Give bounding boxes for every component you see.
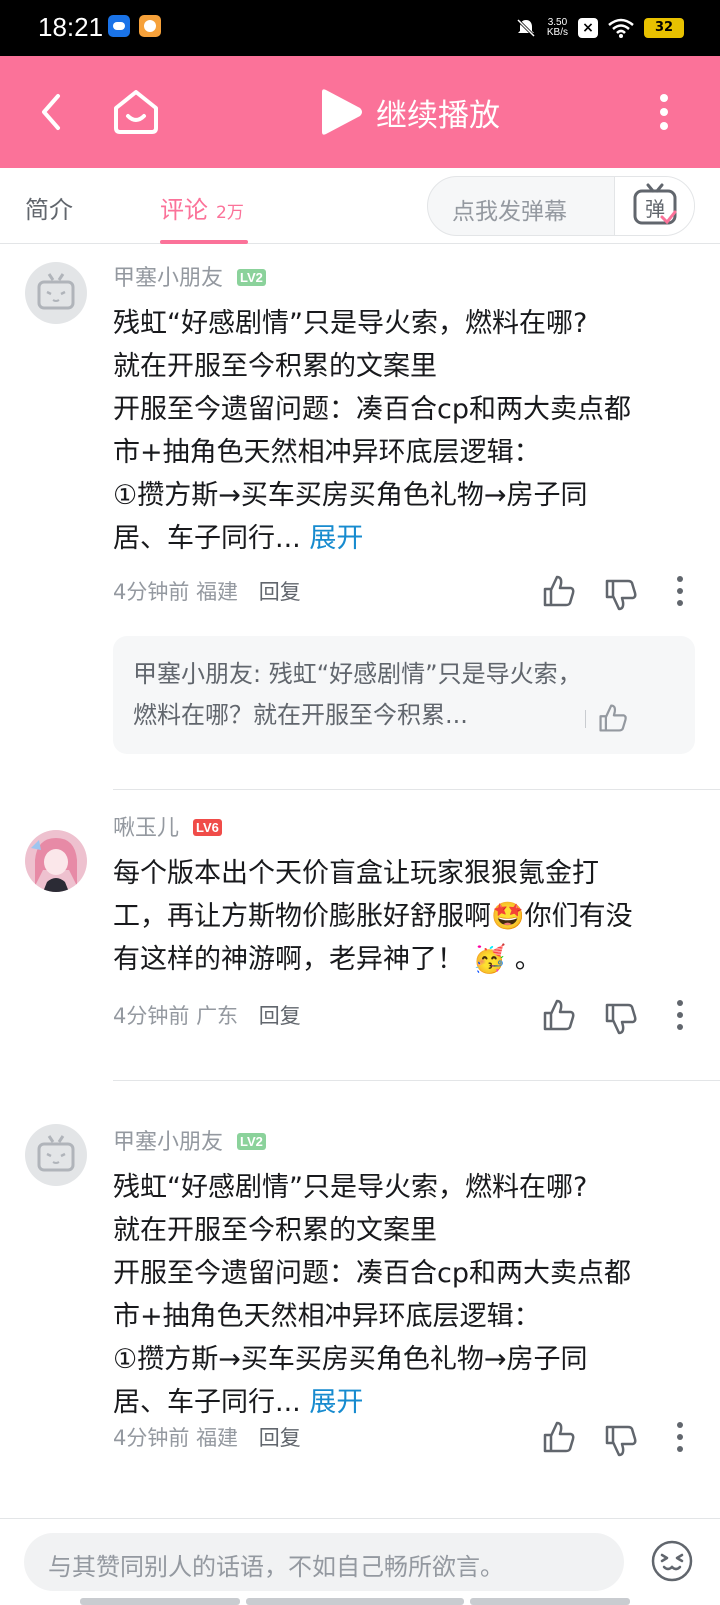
mute-icon: [516, 18, 535, 38]
system-nav-bar-segment: [80, 1598, 240, 1605]
comment-line-last: 居、车子同行... 展开: [113, 517, 703, 560]
default-avatar-icon: [37, 273, 75, 310]
like-icon[interactable]: [541, 997, 577, 1033]
emoji-icon[interactable]: [650, 1539, 694, 1583]
comment-line-last: 居、车子同行... 展开: [113, 1381, 703, 1424]
x-app-icon: ×: [578, 18, 598, 38]
comment-time: 4分钟前: [113, 1004, 190, 1028]
danmaku-icon: 弹: [633, 183, 677, 225]
sub-reply-like-icon[interactable]: [597, 702, 629, 734]
expand-link[interactable]: 展开: [309, 1387, 363, 1418]
comment-line: 残虹“好感剧情”只是导火索，燃料在哪?: [113, 1172, 588, 1203]
tab-comments-label: 评论: [160, 196, 208, 224]
active-tab-indicator: [160, 240, 248, 244]
comment-more-icon[interactable]: [670, 1419, 690, 1455]
comment-line: 居、车子同行...: [113, 523, 301, 554]
dislike-icon[interactable]: [603, 1001, 639, 1037]
reply-button[interactable]: 回复: [259, 1426, 301, 1450]
avatar[interactable]: [25, 262, 87, 324]
username-text: 啾玉儿: [113, 816, 180, 841]
status-time: 18:21: [38, 12, 104, 42]
sub-reply-separator: [585, 710, 586, 728]
comment-input-placeholder: 与其赞同别人的话语，不如自己畅所欲言。: [48, 1553, 504, 1581]
like-icon[interactable]: [541, 1419, 577, 1455]
comment-meta: 4分钟前 福建 回复: [113, 1422, 301, 1452]
like-icon[interactable]: [541, 573, 577, 609]
comment-line: 居、车子同行...: [113, 1387, 301, 1418]
avatar[interactable]: [25, 830, 87, 892]
reply-button[interactable]: 回复: [259, 580, 301, 604]
system-nav-bar-segment: [470, 1598, 630, 1605]
network-speed-unit: KB/s: [546, 27, 568, 38]
network-speed: 3.50 KB/s: [547, 18, 568, 38]
more-options-icon[interactable]: [656, 84, 704, 140]
danmaku-placeholder: 点我发弹幕: [452, 199, 567, 225]
level-badge: LV2: [237, 269, 266, 286]
back-icon[interactable]: [26, 84, 82, 140]
video-header: 继续播放: [0, 56, 720, 168]
username[interactable]: 啾玉儿 LV6: [113, 810, 222, 842]
avatar[interactable]: [25, 1124, 87, 1186]
user-avatar-image: [25, 830, 87, 892]
comment-line: 开服至今遗留问题：凑百合cp和两大卖点都: [113, 1258, 631, 1289]
play-icon[interactable]: [316, 88, 364, 136]
username[interactable]: 甲塞小朋友 LV2: [113, 260, 266, 292]
comment-line: 市+抽角色天然相冲异环底层逻辑：: [113, 437, 541, 468]
comment-input[interactable]: 与其赞同别人的话语，不如自己畅所欲言。: [24, 1533, 624, 1591]
app-notification-icon-2: [139, 15, 161, 37]
tab-comments[interactable]: 评论 2万: [160, 190, 244, 225]
comment-line: 工，再让方斯物价膨胀好舒服啊🤩你们有没: [113, 901, 633, 932]
tab-intro[interactable]: 简介: [25, 190, 73, 225]
comment-more-icon[interactable]: [670, 997, 690, 1033]
continue-play-title[interactable]: 继续播放: [376, 90, 500, 135]
comment-text: 残虹“好感剧情”只是导火索，燃料在哪? 就在开服至今积累的文案里 开服至今遗留问…: [113, 302, 703, 560]
level-badge: LV6: [193, 819, 222, 836]
tab-bar: 简介 评论 2万 点我发弹幕 弹: [0, 168, 720, 244]
wifi-icon: [608, 18, 634, 38]
expand-link[interactable]: 展开: [309, 523, 363, 554]
level-badge: LV2: [237, 1133, 266, 1150]
danmaku-toggle-button[interactable]: 弹: [614, 177, 694, 235]
comment-line: 市+抽角色天然相冲异环底层逻辑：: [113, 1301, 541, 1332]
comment-line: ①攒方斯→买车买房买角色礼物→房子同: [113, 480, 588, 511]
comment-more-icon[interactable]: [670, 573, 690, 609]
comment-divider: [113, 1080, 720, 1081]
comment-text: 每个版本出个天价盲盒让玩家狠狠氪金打 工，再让方斯物价膨胀好舒服啊🤩你们有没 有…: [113, 852, 703, 981]
comment-text: 残虹“好感剧情”只是导火索，燃料在哪? 就在开服至今积累的文案里 开服至今遗留问…: [113, 1166, 703, 1424]
status-bar: 18:21 3.50 KB/s × 32: [0, 0, 720, 56]
comment-line: 就在开服至今积累的文案里: [113, 1215, 437, 1246]
comment-location: 广东: [196, 1004, 239, 1028]
reply-button[interactable]: 回复: [259, 1004, 301, 1028]
danmaku-entry[interactable]: 点我发弹幕 弹: [427, 176, 695, 236]
home-icon[interactable]: [106, 80, 166, 140]
comment-line: 就在开服至今积累的文案里: [113, 351, 437, 382]
comment-location: 福建: [196, 580, 239, 604]
username[interactable]: 甲塞小朋友 LV2: [113, 1124, 266, 1156]
username-text: 甲塞小朋友: [113, 266, 224, 291]
default-avatar-icon: [37, 1135, 75, 1172]
comment-meta: 4分钟前 广东 回复: [113, 1000, 301, 1030]
comment-line: 每个版本出个天价盲盒让玩家狠狠氪金打: [113, 858, 599, 889]
comment-input-bar: 与其赞同别人的话语，不如自己畅所欲言。: [0, 1518, 720, 1605]
comment-time: 4分钟前: [113, 1426, 190, 1450]
comment-line: 开服至今遗留问题：凑百合cp和两大卖点都: [113, 394, 631, 425]
tab-comments-count: 2万: [216, 203, 244, 223]
comment-line: ①攒方斯→买车买房买角色礼物→房子同: [113, 1344, 588, 1375]
comment-location: 福建: [196, 1426, 239, 1450]
battery-indicator: 32: [644, 18, 684, 38]
sub-reply-preview[interactable]: 甲塞小朋友: 残虹“好感剧情”只是导火索，燃料在哪？就在开服至今积累...: [113, 636, 695, 754]
comment-time: 4分钟前: [113, 580, 190, 604]
system-nav-bar-segment: [246, 1598, 464, 1605]
app-notification-icon: [108, 15, 130, 37]
dislike-icon[interactable]: [603, 1423, 639, 1459]
sub-reply-text: 甲塞小朋友: 残虹“好感剧情”只是导火索，燃料在哪？就在开服至今积累...: [133, 660, 582, 729]
comment-meta: 4分钟前 福建 回复: [113, 576, 301, 606]
comment-line: 残虹“好感剧情”只是导火索，燃料在哪?: [113, 308, 588, 339]
comment-divider: [113, 789, 720, 790]
dislike-icon[interactable]: [603, 577, 639, 613]
username-text: 甲塞小朋友: [113, 1130, 224, 1155]
comment-line: 有这样的神游啊，老异神了！ 🥳 。: [113, 944, 542, 975]
